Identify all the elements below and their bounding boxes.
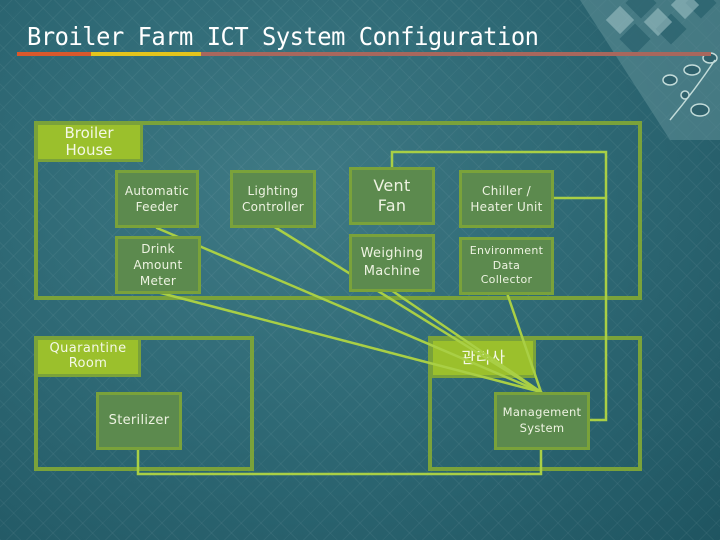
sterilizer-device: Sterilizer [96, 392, 182, 450]
quarantine-room-label: Quarantine Room [35, 337, 141, 377]
lighting-controller-device: Lighting Controller [230, 170, 316, 228]
title-underline-rose [201, 52, 711, 56]
management-system-device: Management System [494, 392, 590, 450]
drink-amount-meter-device: Drink Amount Meter [115, 236, 201, 294]
broiler-house-label: Broiler House [35, 122, 143, 162]
vent-fan-device: Vent Fan [349, 167, 435, 225]
title-underline-orange [17, 52, 91, 56]
slide-title: Broiler Farm ICT System Configuration [27, 22, 539, 51]
corner-decoration [580, 0, 720, 140]
management-building-label: 관리사 [430, 338, 536, 378]
chiller-heater-unit-device: Chiller / Heater Unit [459, 170, 554, 228]
automatic-feeder-device: Automatic Feeder [115, 170, 199, 228]
weighing-machine-device: Weighing Machine [349, 234, 435, 292]
title-underline-yellow [91, 52, 201, 56]
environment-data-collector-device: Environment Data Collector [459, 237, 554, 295]
